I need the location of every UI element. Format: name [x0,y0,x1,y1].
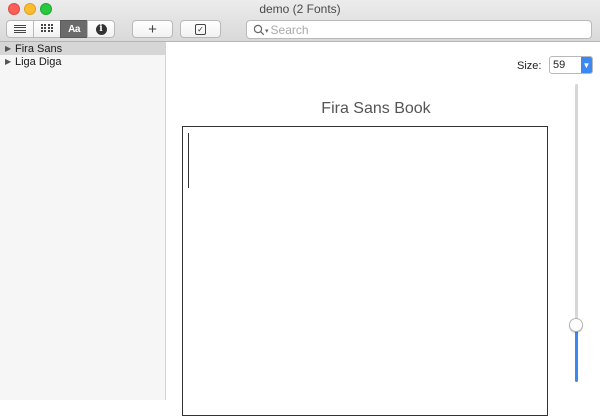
size-slider-thumb[interactable] [569,318,583,332]
search-input[interactable] [270,22,571,37]
checkbox-icon: ✓ [195,23,206,35]
sidebar-item-liga-diga[interactable]: ▶ Liga Diga [0,55,165,68]
sidebar-item-label: Fira Sans [15,42,63,55]
font-name-heading: Fira Sans Book [321,100,431,117]
chevron-down-icon[interactable]: ▼ [581,57,592,73]
grid-icon [41,24,53,34]
view-mode-segmented-control: Aa i [6,20,117,38]
chevron-down-icon[interactable]: ▾ [265,27,269,35]
search-icon [253,24,265,35]
size-label: Size: [517,60,542,72]
size-slider-fill [575,325,578,382]
font-collection-sidebar: ▶ Fira Sans ▶ Liga Diga [0,42,166,400]
sample-icon: Aa [68,23,80,35]
size-combobox[interactable]: ▼ [549,56,593,74]
plus-icon: + [148,20,157,38]
list-icon [14,24,26,34]
sidebar-item-label: Liga Diga [15,55,62,68]
sample-text-area[interactable] [182,126,548,416]
disclosure-triangle-icon[interactable]: ▶ [5,44,15,53]
grid-view-button[interactable] [33,20,61,38]
font-book-window: demo (2 Fonts) Aa i + ✓ ▾ Search ▶ Fira … [0,0,600,416]
search-field[interactable]: ▾ [246,20,592,39]
font-preview-pane: Size: ▼ Fira Sans Book [166,42,600,416]
info-icon: i [95,23,107,35]
info-view-button[interactable]: i [87,20,115,38]
add-font-button[interactable]: + [132,20,173,38]
validate-font-button[interactable]: ✓ [180,20,221,38]
disclosure-triangle-icon[interactable]: ▶ [5,57,15,66]
text-cursor [188,133,189,188]
sidebar-item-fira-sans[interactable]: ▶ Fira Sans [0,42,165,55]
list-view-button[interactable] [6,20,34,38]
window-title: demo (2 Fonts) [259,2,341,16]
title-bar: demo (2 Fonts) Aa i + ✓ ▾ Search [0,0,600,42]
size-input[interactable] [550,57,581,73]
size-slider[interactable] [575,84,578,382]
sample-view-button[interactable]: Aa [60,20,88,38]
